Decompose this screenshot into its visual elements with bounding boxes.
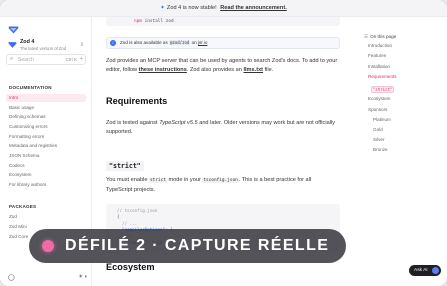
req-text-2: and later. Older versions may work but a… (199, 120, 335, 126)
toc-title: ☰ On this page (364, 34, 396, 40)
theme-toggle-icon[interactable]: ☀ ◐ (78, 274, 88, 280)
list-icon: ☰ (364, 34, 369, 39)
note-code: @zod/zod (169, 40, 191, 45)
search-input[interactable]: ⌕ Search Ctrl K + (6, 54, 86, 65)
announcement-link[interactable]: Read the announcement. (220, 5, 287, 11)
strict-heading: "strict" (106, 161, 144, 171)
code-rest: install zod (144, 19, 174, 24)
search-placeholder: Search (18, 57, 34, 63)
sidebar-footer: ◯ ☀ ◐ (6, 273, 90, 285)
table-of-contents: ☰ On this page Introduction Features Inst… (354, 17, 447, 286)
toc-item-features[interactable]: Features (368, 53, 386, 58)
browser-frame: ✦ Zod 4 is now stable! Read the announcem… (0, 0, 447, 286)
sidebar-item-intro[interactable]: Intro (6, 94, 86, 102)
sidebar-item-codecs[interactable]: Codecs (6, 162, 86, 170)
install-code-block: npm install zod (106, 17, 340, 26)
toc-item-ecosystem[interactable]: Ecosystem (368, 96, 390, 101)
sidebar-item-zod[interactable]: Zod (6, 213, 86, 221)
code-cmd: npm (134, 19, 142, 24)
info-icon: i (110, 40, 116, 46)
sidebar-item-customizing-errors[interactable]: Customizing errors (6, 123, 86, 131)
zod-logo-icon[interactable] (8, 26, 19, 34)
strict-code-1: strict (149, 178, 167, 183)
record-dot-icon (42, 240, 54, 252)
toc-item-strict[interactable]: "strict" (371, 86, 395, 93)
search-shortcut: Ctrl K (65, 57, 77, 62)
jsr-link[interactable]: jsr.io (198, 40, 207, 45)
sidebar-item-formatting-errors[interactable]: Formatting errors (6, 133, 86, 141)
version-subtitle: The latest version of Zod (20, 46, 67, 51)
strict-code-2: tsconfig.json (202, 178, 239, 183)
sidebar-item-json-schema[interactable]: JSON Schema (6, 152, 86, 160)
overlay-text: DÉFILÉ 2 · CAPTURE RÉELLE (65, 237, 330, 254)
req-text-1: Zod is tested against (106, 120, 158, 126)
mcp-text-4: file. (264, 66, 274, 73)
plus-icon[interactable]: + (80, 56, 83, 62)
chevron-updown-icon: ⇕ (79, 42, 84, 48)
section-documentation: DOCUMENTATION (9, 85, 52, 90)
version-selector[interactable]: Zod 4 The latest version of Zod ⇕ (8, 39, 86, 53)
strict-paragraph: You must enable strict mode in your tsco… (106, 176, 338, 194)
mcp-text-3: . Zod also provides an (186, 66, 242, 73)
sidebar-item-ecosystem[interactable]: Ecosystem (6, 171, 86, 179)
req-ts-version: TypeScript v5.5 (159, 120, 198, 126)
banner-text: Zod 4 is now stable! (166, 5, 217, 11)
note-prefix: Zod is also available as (120, 40, 168, 45)
note-mid: on (191, 40, 197, 45)
github-icon[interactable]: ◯ (8, 274, 15, 281)
llms-txt-link[interactable]: llms.txt (243, 67, 263, 73)
requirements-heading: Requirements (106, 96, 168, 106)
mcp-paragraph: Zod provides an MCP server that can be u… (106, 57, 338, 74)
sparkle-icon: ✦ (160, 5, 165, 11)
mcp-text-2: editor, follow (106, 66, 138, 73)
zod-version-icon (8, 42, 17, 48)
toc-title-text: On this page (370, 34, 397, 39)
section-packages: PACKAGES (9, 204, 37, 209)
sidebar-item-basic-usage[interactable]: Basic usage (6, 104, 86, 112)
ask-ai-label: Ask AI (414, 268, 428, 273)
toc-item-gold[interactable]: Gold (373, 127, 383, 132)
announcement-banner: ✦ Zod 4 is now stable! Read the announcem… (0, 0, 447, 17)
scroll-overlay-badge: DÉFILÉ 2 · CAPTURE RÉELLE (29, 229, 346, 263)
ai-chat-icon (432, 267, 439, 274)
toc-item-platinum[interactable]: Platinum (373, 117, 391, 122)
requirements-paragraph: Zod is tested against TypeScript v5.5 an… (106, 119, 338, 136)
sidebar-item-defining-schemas[interactable]: Defining schemas (6, 113, 86, 121)
strict-text-4: projects. (134, 186, 156, 193)
ask-ai-button[interactable]: Ask AI (409, 265, 441, 276)
toc-item-bronze[interactable]: Bronze (373, 147, 388, 152)
ecosystem-heading: Ecosystem (106, 262, 155, 272)
instructions-link[interactable]: these instructions (139, 67, 187, 73)
strict-text-1: You must enable (106, 177, 148, 183)
toc-item-introduction[interactable]: Introduction (368, 43, 392, 48)
toc-item-silver[interactable]: Silver (373, 137, 385, 142)
req-text-3: supported. (106, 128, 133, 135)
strict-text-2: mode in your (168, 177, 201, 183)
sidebar-item-library-authors[interactable]: For library authors (6, 181, 86, 189)
jsr-note: i Zod is also available as @zod/zod on j… (106, 37, 340, 49)
toc-item-installation[interactable]: Installation (368, 64, 390, 69)
search-icon: ⌕ (10, 56, 14, 62)
version-title: Zod 4 (20, 39, 35, 45)
mcp-text-1: Zod provides an MCP server that can be u… (106, 58, 338, 64)
toc-item-requirements[interactable]: Requirements (368, 74, 397, 79)
toc-item-sponsors[interactable]: Sponsors (368, 107, 387, 112)
sidebar-item-metadata[interactable]: Metadata and registries (6, 142, 86, 150)
